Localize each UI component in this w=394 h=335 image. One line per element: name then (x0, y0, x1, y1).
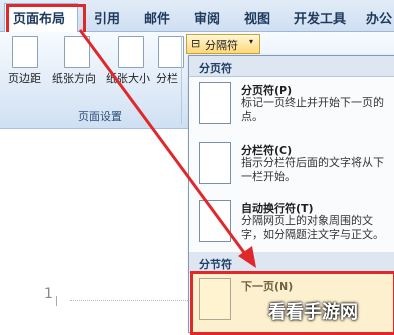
annotation-arrow (78, 29, 256, 268)
watermark: 看看手游网 (268, 302, 358, 323)
